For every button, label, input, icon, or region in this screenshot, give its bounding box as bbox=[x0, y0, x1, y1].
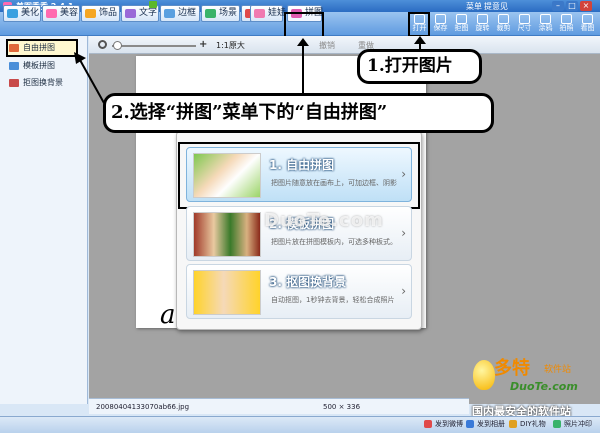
weibo-icon bbox=[424, 420, 432, 428]
mascot-icon bbox=[473, 360, 495, 390]
share-weibo-button[interactable]: 发到微博 bbox=[424, 419, 463, 429]
share-album-button[interactable]: 发到相册 bbox=[466, 419, 505, 429]
status-dimensions: 500 × 336 bbox=[323, 403, 361, 411]
album-icon bbox=[466, 420, 474, 428]
logo-chinese-suffix: 软件站 bbox=[544, 365, 572, 375]
arrow-head-open-button bbox=[414, 36, 426, 44]
diy-gift-button[interactable]: DIY礼物 bbox=[509, 419, 546, 429]
arrow-to-free-collage bbox=[79, 59, 105, 104]
bottom-item-label: DIY礼物 bbox=[520, 420, 546, 428]
photo-print-button[interactable]: 照片冲印 bbox=[553, 419, 592, 429]
print-icon bbox=[553, 420, 561, 428]
bottom-item-label: 发到微博 bbox=[435, 420, 463, 428]
step1-callout: 1.打开图片 bbox=[357, 49, 482, 84]
gift-icon bbox=[509, 420, 517, 428]
logo-chinese: 多特 bbox=[494, 358, 530, 379]
arrow-head-free-collage bbox=[74, 52, 86, 64]
bottom-item-label: 发到相册 bbox=[477, 420, 505, 428]
step2-callout: 2.选择“拼图”菜单下的“自由拼图” bbox=[103, 93, 494, 133]
bottom-item-label: 照片冲印 bbox=[564, 420, 592, 428]
arrow-head-collage-tab bbox=[297, 38, 309, 46]
logo-english: DuoTe.com bbox=[510, 380, 578, 393]
status-filename: 20080404133070ab66.jpg bbox=[96, 403, 190, 411]
